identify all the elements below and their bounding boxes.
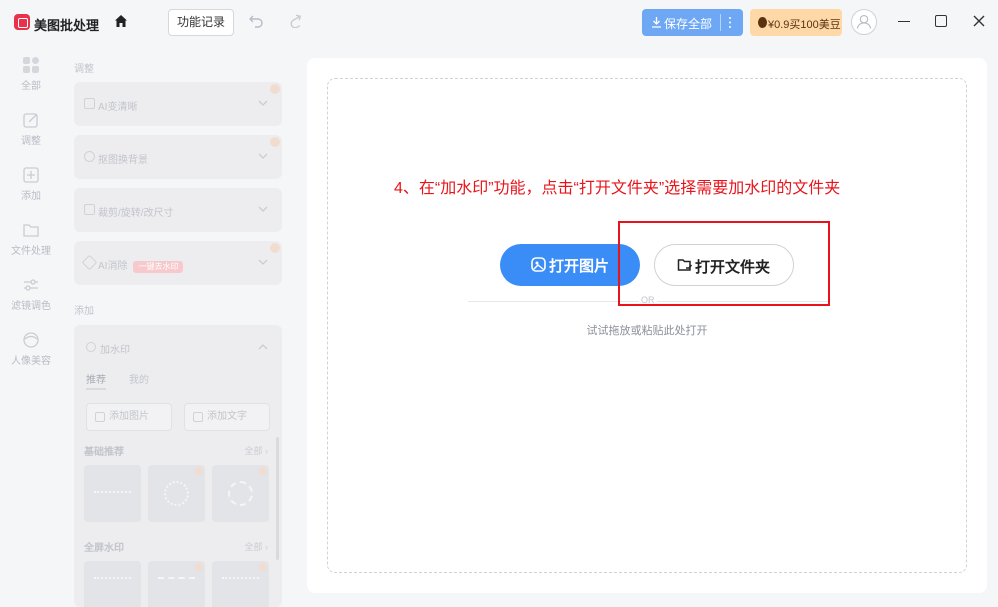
card-ai-erase[interactable]: AI消除 一键去水印 [74,241,282,285]
crop-icon [84,204,95,215]
nav-item-filters[interactable]: 滤镜调色 [0,276,62,326]
minimize-icon[interactable] [898,21,910,22]
nav-item-add[interactable]: 添加 [0,166,62,216]
sliders-icon [24,279,38,291]
watermark-thumb[interactable] [212,465,269,522]
card-title: AI消除 一键去水印 [98,257,184,273]
card-title: 抠图换背景 [98,155,148,166]
chevron-up-icon[interactable] [258,343,268,351]
save-all-button[interactable]: 保存全部 [642,9,743,36]
text-icon [193,412,203,422]
undo-icon[interactable] [248,14,264,28]
tab-mine[interactable]: 我的 [129,371,149,386]
watermark-thumb[interactable] [84,465,141,522]
card-ai-sharpen[interactable]: AI变清晰 [74,82,282,126]
nav-item-files[interactable]: 文件处理 [0,221,62,271]
group-label-fullscreen: 全屏水印 [84,543,124,554]
face-icon [23,332,39,348]
bean-badge-icon [195,563,203,571]
cutout-icon [84,151,95,162]
drop-hint: 试试拖放或粘贴此处打开 [586,325,708,337]
drop-zone[interactable]: 4、在“加水印”功能，点击“打开文件夹”选择需要加水印的文件夹 打开图片 打开文… [327,78,967,573]
nav-label: 调整 [21,136,41,147]
nav-label: 人像美容 [11,356,51,367]
watermark-thumb[interactable] [212,561,269,607]
grid-icon [23,57,39,73]
feature-tag: 一键去水印 [133,261,184,273]
add-icon [23,167,39,183]
nav-label: 全部 [21,81,41,92]
tutorial-instruction: 4、在“加水印”功能，点击“打开文件夹”选择需要加水印的文件夹 [394,180,841,197]
nav-item-all[interactable]: 全部 [0,56,62,106]
bean-badge-icon [270,84,280,94]
title-bar: 美图批处理 功能记录 保存全部 ¥0.9买100美豆 [0,0,998,44]
bean-badge-icon [195,467,203,475]
folder-icon [23,224,39,237]
main-canvas: 4、在“加水印”功能，点击“打开文件夹”选择需要加水印的文件夹 打开图片 打开文… [307,58,987,593]
watermark-thumb[interactable] [148,561,205,607]
add-text-label: 添加文字 [207,411,247,422]
view-all-link[interactable]: 全部 › [245,444,269,457]
add-image-button[interactable]: 添加图片 [86,403,172,431]
bean-badge-icon [259,563,267,571]
nav-label: 添加 [21,191,41,202]
watermark-thumb[interactable] [148,465,205,522]
bean-badge-icon [270,137,280,147]
view-all-link[interactable]: 全部 › [245,540,269,553]
group-label-basic: 基础推荐 [84,447,124,458]
nav-item-beauty[interactable]: 人像美容 [0,331,62,381]
bean-badge-icon [259,467,267,475]
add-text-button[interactable]: 添加文字 [184,403,270,431]
chevron-down-icon [258,206,268,212]
open-image-label: 打开图片 [549,258,610,275]
close-icon[interactable] [972,14,986,28]
chevron-down-icon [258,100,268,106]
bean-icon [758,17,767,28]
chevron-down-icon [258,259,268,265]
add-image-label: 添加图片 [109,411,149,422]
promo-label: ¥0.9买100美豆 [768,19,841,31]
card-crop[interactable]: 裁剪/旋转/改尺寸 [74,188,282,232]
watermark-title[interactable]: 加水印 [100,341,130,356]
save-all-label: 保存全部 [664,17,713,31]
history-button[interactable]: 功能记录 [168,9,234,36]
chevron-down-icon [258,153,268,159]
nav-label: 滤镜调色 [11,301,51,312]
bean-badge-icon [270,243,280,253]
app-title: 美图批处理 [34,18,100,33]
app-logo [14,14,30,30]
panel-scrollbar[interactable] [276,437,279,560]
function-panel: 调整 AI变清晰 抠图换背景 裁剪/旋转/改尺寸 AI消除 一键去水印 添加 加水… [62,44,292,607]
image-icon [531,257,546,272]
home-icon[interactable] [114,14,128,28]
image-icon [95,412,105,422]
tab-recommended[interactable]: 推荐 [86,371,106,390]
watermark-icon [86,342,96,352]
nav-label: 文件处理 [11,246,51,257]
watermark-thumb[interactable] [84,561,141,607]
section-label-adjust: 调整 [74,64,94,75]
more-vertical-icon[interactable] [728,15,732,30]
section-label-add: 添加 [74,306,94,317]
card-title: AI变清晰 [98,102,138,113]
user-avatar-icon[interactable] [851,9,877,35]
download-icon [652,17,661,28]
maximize-icon[interactable] [935,15,947,27]
card-title: 裁剪/旋转/改尺寸 [98,208,174,219]
annotation-highlight-box [618,221,830,306]
promo-button[interactable]: ¥0.9买100美豆 [750,9,842,36]
nav-item-adjust[interactable]: 调整 [0,111,62,161]
left-nav: 全部 调整 添加 文件处理 滤镜调色 人像美容 [0,44,62,607]
edit-icon [23,113,38,128]
redo-icon[interactable] [288,14,304,28]
watermark-card: 加水印 推荐 我的 添加图片 添加文字 基础推荐 全部 › 全屏水印 全部 › [74,325,282,607]
hd-icon [84,98,95,109]
divider [720,14,721,31]
card-cutout[interactable]: 抠图换背景 [74,135,282,179]
eraser-icon [81,254,98,271]
